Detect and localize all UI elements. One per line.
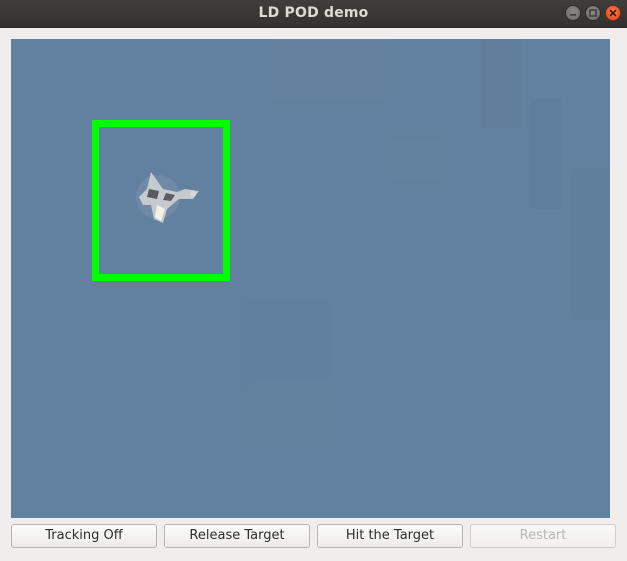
hit-target-button[interactable]: Hit the Target — [317, 524, 463, 548]
camera-feed — [11, 39, 610, 518]
camera-view[interactable] — [11, 39, 610, 518]
window-title: LD POD demo — [258, 5, 369, 21]
restart-button[interactable]: Restart — [470, 524, 616, 548]
minimize-button[interactable] — [565, 5, 581, 21]
close-button[interactable] — [605, 5, 621, 21]
title-bar[interactable]: LD POD demo — [0, 0, 627, 28]
tracking-toggle-button[interactable]: Tracking Off — [11, 524, 157, 548]
close-icon — [609, 9, 617, 17]
control-bar: Tracking Off Release Target Hit the Targ… — [0, 524, 627, 550]
maximize-icon — [589, 9, 597, 17]
maximize-button[interactable] — [585, 5, 601, 21]
app-window: LD POD demo Tracking Off Release Target … — [0, 0, 627, 561]
minimize-icon — [570, 14, 576, 16]
release-target-button[interactable]: Release Target — [164, 524, 310, 548]
